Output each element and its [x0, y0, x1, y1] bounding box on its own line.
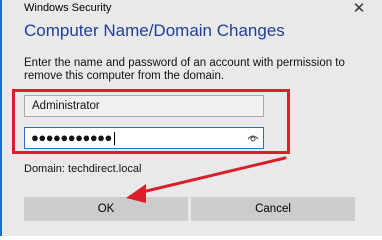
window-left-border: [0, 0, 2, 240]
windows-security-dialog: Windows Security ✕ Computer Name/Domain …: [0, 0, 382, 240]
close-icon[interactable]: ✕: [350, 0, 368, 18]
window-title: Windows Security: [24, 2, 112, 14]
ok-button[interactable]: OK: [24, 197, 188, 221]
dialog-description: Enter the name and password of an accoun…: [24, 57, 345, 82]
cancel-button[interactable]: Cancel: [191, 197, 355, 221]
domain-label: Domain: techdirect.local: [24, 163, 142, 175]
credentials-highlight-box: [12, 89, 290, 154]
dialog-heading: Computer Name/Domain Changes: [24, 21, 285, 40]
title-bar[interactable]: Windows Security ✕: [2, 0, 382, 18]
bottom-strip: [0, 236, 382, 240]
